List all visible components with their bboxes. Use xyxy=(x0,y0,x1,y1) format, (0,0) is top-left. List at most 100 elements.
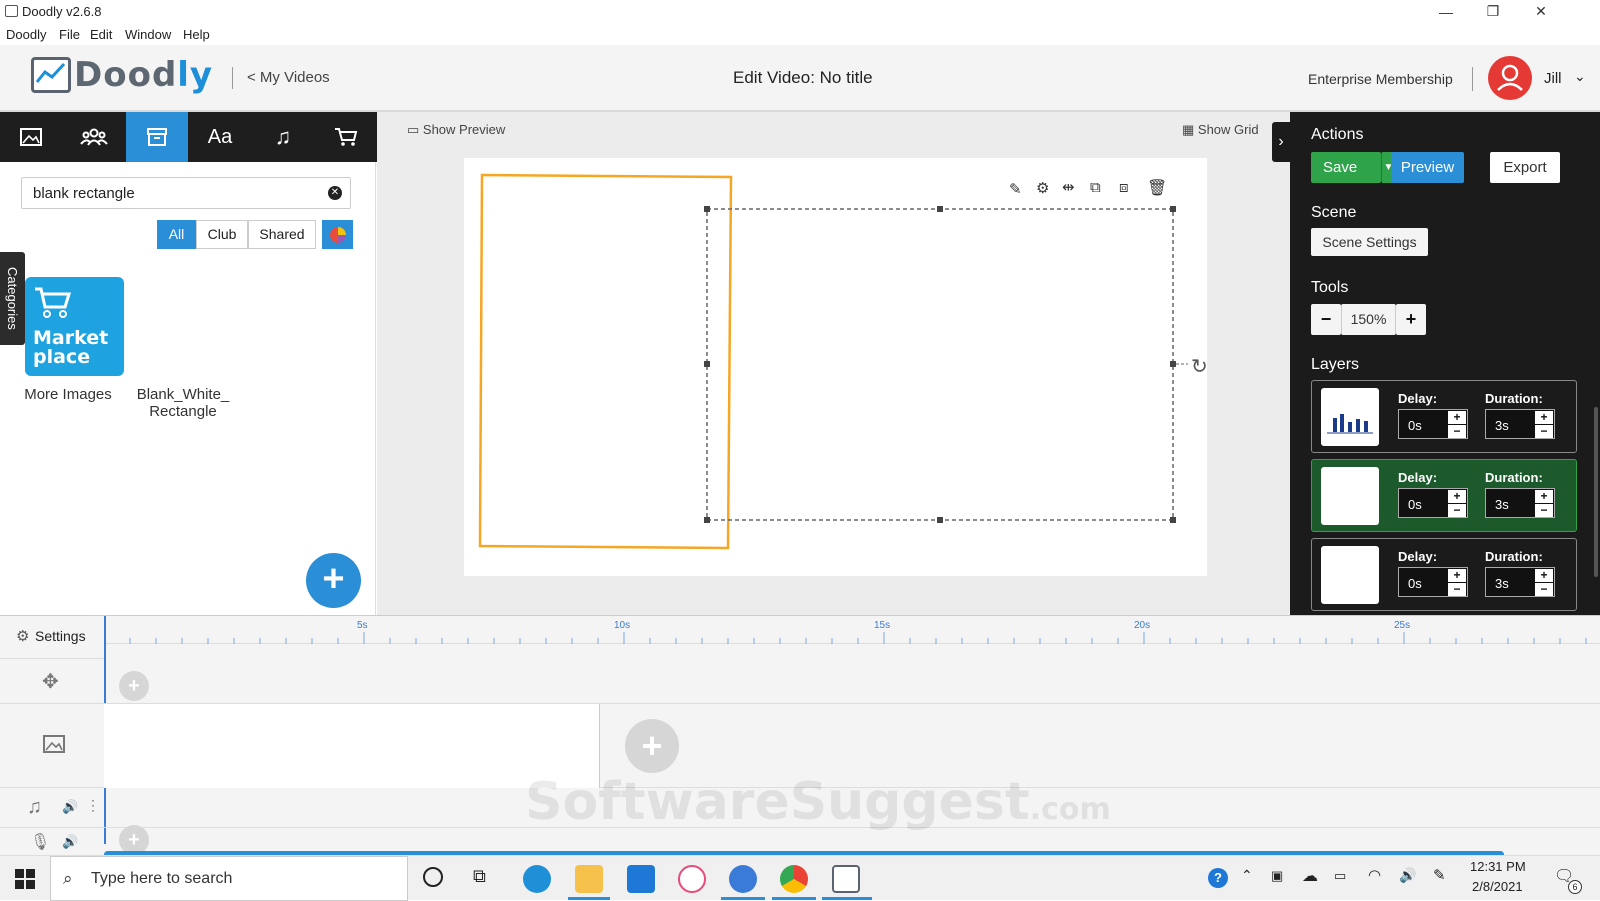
menu-window[interactable]: Window xyxy=(125,27,171,42)
cortana-icon[interactable] xyxy=(423,867,443,887)
duration-decrement-icon[interactable]: − xyxy=(1535,583,1553,596)
minimize-button[interactable]: — xyxy=(1423,0,1469,23)
delay-increment-icon[interactable]: + xyxy=(1448,569,1466,582)
bring-forward-icon[interactable]: ⧉ xyxy=(1090,179,1101,196)
close-button[interactable]: ✕ xyxy=(1518,0,1564,23)
cart-icon[interactable] xyxy=(315,112,377,162)
zoom-out-button[interactable]: − xyxy=(1311,304,1341,335)
windows-start-icon[interactable] xyxy=(15,869,35,889)
file-explorer-icon[interactable] xyxy=(575,865,603,893)
menu-doodly[interactable]: Doodly xyxy=(6,27,46,42)
meet-now-icon[interactable]: ▣ xyxy=(1271,868,1283,884)
battery-icon[interactable]: ▭ xyxy=(1334,868,1346,884)
add-asset-button[interactable]: + xyxy=(306,553,361,608)
show-preview-toggle[interactable]: ▭ Show Preview xyxy=(407,122,505,138)
menu-help[interactable]: Help xyxy=(183,27,210,42)
add-motion-button[interactable]: + xyxy=(119,671,149,701)
marketplace-tile[interactable]: Market place xyxy=(25,277,124,376)
preview-button[interactable]: Preview xyxy=(1391,152,1464,183)
send-backward-icon[interactable]: ⧈ xyxy=(1119,179,1129,196)
help-icon[interactable]: ? xyxy=(1208,868,1228,888)
blank-rectangle-thumbnail[interactable] xyxy=(140,282,230,372)
task-view-icon[interactable]: ⧉ xyxy=(473,866,486,887)
user-name[interactable]: Jill xyxy=(1544,70,1562,87)
app-icon[interactable] xyxy=(729,865,757,893)
layer-item[interactable]: Delay: 0s + − Duration: 3s + − xyxy=(1311,538,1577,611)
timeline-settings-label[interactable]: Settings xyxy=(35,628,86,644)
volume-icon[interactable]: 🔊 xyxy=(62,799,78,815)
layers-scrollbar[interactable] xyxy=(1594,407,1598,577)
delete-trash-icon[interactable]: 🗑 xyxy=(1147,178,1167,198)
duration-increment-icon[interactable]: + xyxy=(1535,569,1553,582)
image-icon xyxy=(43,735,65,753)
delay-increment-icon[interactable]: + xyxy=(1448,411,1466,424)
scene-canvas[interactable]: ↻ ✎ ⚙ ⇹ ⧉ ⧈ 🗑 xyxy=(464,158,1208,576)
tools-heading: Tools xyxy=(1311,279,1349,296)
edit-pencil-icon[interactable]: ✎ xyxy=(1009,180,1022,198)
my-videos-link[interactable]: < My Videos xyxy=(247,69,330,86)
delay-decrement-icon[interactable]: − xyxy=(1448,583,1466,596)
flip-icon[interactable]: ⇹ xyxy=(1062,178,1075,196)
delay-decrement-icon[interactable]: − xyxy=(1448,425,1466,438)
volume-icon[interactable]: 🔊 xyxy=(1399,867,1416,884)
duration-input[interactable]: 3s + − xyxy=(1485,488,1555,518)
time-ruler[interactable]: 5s 10s 15s 20s 25s xyxy=(104,616,1600,644)
mail-icon[interactable] xyxy=(627,865,655,893)
delay-input[interactable]: 0s + − xyxy=(1398,488,1468,518)
more-options-icon[interactable]: ⋮ xyxy=(86,797,100,814)
onedrive-icon[interactable]: ☁ xyxy=(1302,866,1318,886)
delay-input[interactable]: 0s + − xyxy=(1398,567,1468,597)
asset-panel: blank rectangle ✕ All Club Shared Catego… xyxy=(0,162,376,615)
layer-item[interactable]: Delay: 0s + − Duration: 3s + − xyxy=(1311,380,1577,453)
show-grid-toggle[interactable]: ▦ Show Grid xyxy=(1182,122,1259,138)
collapse-right-panel-icon[interactable]: › xyxy=(1272,122,1290,162)
delay-decrement-icon[interactable]: − xyxy=(1448,504,1466,517)
image-icon[interactable] xyxy=(0,112,62,162)
edge-browser-icon[interactable] xyxy=(523,865,551,893)
menu-edit[interactable]: Edit xyxy=(90,27,112,42)
filter-all[interactable]: All xyxy=(157,220,196,249)
duration-input[interactable]: 3s + − xyxy=(1485,567,1555,597)
filter-shared[interactable]: Shared xyxy=(248,220,316,249)
restore-button[interactable]: ❐ xyxy=(1470,0,1516,23)
categories-tab[interactable]: Categories xyxy=(0,252,25,345)
add-scene-button[interactable]: + xyxy=(625,719,679,773)
duration-increment-icon[interactable]: + xyxy=(1535,411,1553,424)
layer-item-selected[interactable]: Delay: 0s + − Duration: 3s + − xyxy=(1311,459,1577,532)
chevron-down-icon[interactable]: ⌄ xyxy=(1574,68,1586,85)
rotate-icon[interactable]: ↻ xyxy=(1191,354,1208,379)
zoom-in-button[interactable]: + xyxy=(1396,304,1426,335)
clock-date[interactable]: 2/8/2021 xyxy=(1472,879,1523,894)
color-filter-icon[interactable] xyxy=(322,220,353,249)
text-icon[interactable]: Aa xyxy=(189,112,251,162)
itunes-icon[interactable] xyxy=(678,865,706,893)
volume-icon[interactable]: 🔊 xyxy=(62,834,78,850)
duration-input[interactable]: 3s + − xyxy=(1485,409,1555,439)
menu-file[interactable]: File xyxy=(59,27,80,42)
clear-search-icon[interactable]: ✕ xyxy=(328,186,342,200)
gear-icon[interactable]: ⚙ xyxy=(16,627,29,645)
pen-icon[interactable]: ✎ xyxy=(1433,866,1446,884)
props-icon[interactable] xyxy=(126,112,188,162)
music-icon[interactable]: ♫ xyxy=(252,112,314,162)
export-button[interactable]: Export xyxy=(1490,152,1560,183)
characters-icon[interactable] xyxy=(63,112,125,162)
delay-input[interactable]: 0s + − xyxy=(1398,409,1468,439)
save-button[interactable]: Save xyxy=(1311,152,1381,183)
wifi-icon[interactable]: ◠ xyxy=(1368,866,1381,884)
show-hidden-icons-chevron-icon[interactable]: ⌃ xyxy=(1241,867,1253,884)
scene-settings-button[interactable]: Scene Settings xyxy=(1311,228,1428,256)
doodly-taskbar-icon[interactable] xyxy=(832,865,860,893)
duration-increment-icon[interactable]: + xyxy=(1535,490,1553,503)
search-input[interactable]: blank rectangle ✕ xyxy=(21,177,351,209)
filter-club[interactable]: Club xyxy=(196,220,248,249)
duration-decrement-icon[interactable]: − xyxy=(1535,504,1553,517)
tick-label: 20s xyxy=(1134,620,1151,631)
duration-decrement-icon[interactable]: − xyxy=(1535,425,1553,438)
avatar[interactable] xyxy=(1488,56,1532,100)
taskbar-search[interactable]: ⌕ Type here to search xyxy=(50,856,408,901)
settings-gear-icon[interactable]: ⚙ xyxy=(1036,179,1049,197)
clock-time[interactable]: 12:31 PM xyxy=(1470,859,1526,874)
delay-increment-icon[interactable]: + xyxy=(1448,490,1466,503)
chrome-icon[interactable] xyxy=(780,865,808,893)
